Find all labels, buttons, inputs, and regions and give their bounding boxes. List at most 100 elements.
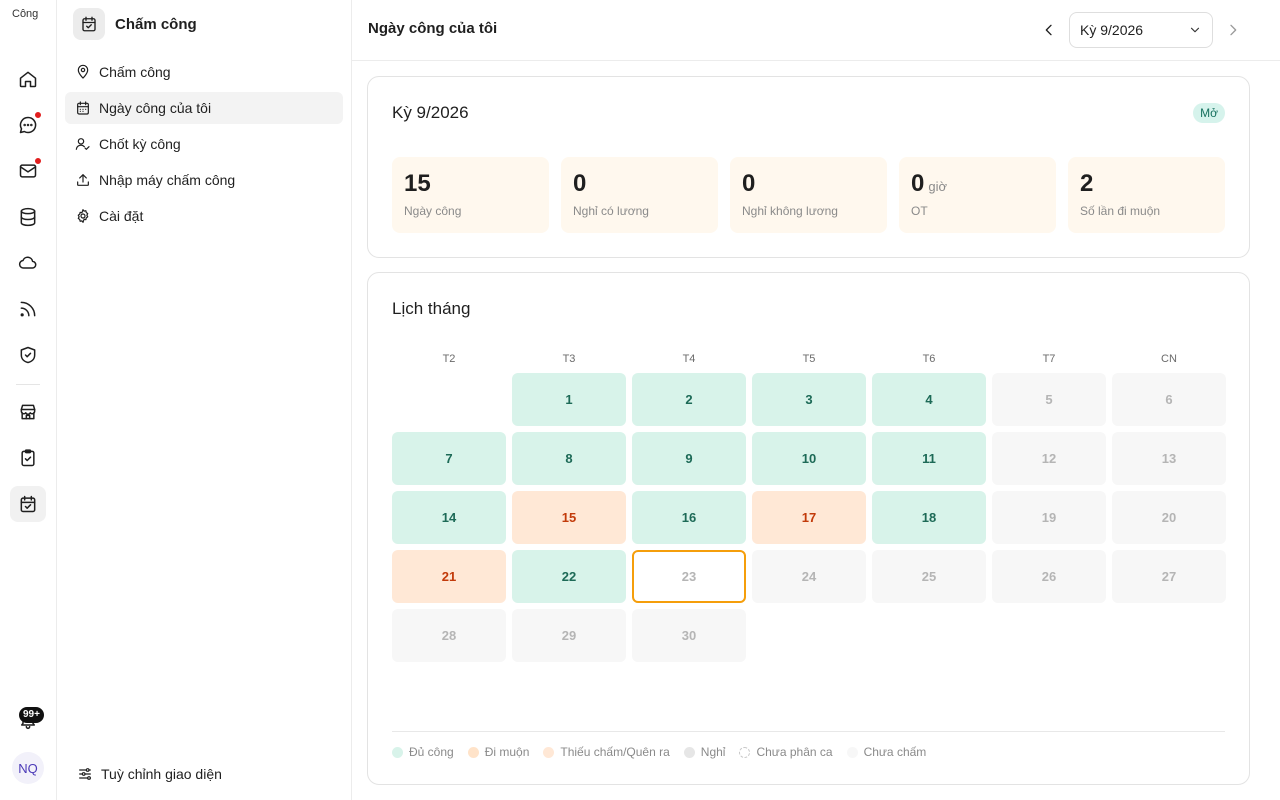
calendar-day-30[interactable]: 30 — [632, 609, 746, 662]
database-icon — [20, 207, 36, 227]
calendar-day-12[interactable]: 12 — [992, 432, 1106, 485]
calendar-day-26[interactable]: 26 — [992, 550, 1106, 603]
sidebar-item-label: Chốt kỳ công — [99, 136, 181, 152]
calendar-day-7[interactable]: 7 — [392, 432, 506, 485]
calendar-day-5[interactable]: 5 — [992, 373, 1106, 426]
weekday-label: T4 — [682, 353, 696, 365]
calendar-day-25[interactable]: 25 — [872, 550, 986, 603]
sidebar-item-cai-dat[interactable]: Cài đặt — [65, 200, 343, 232]
calendar-day-28[interactable]: 28 — [392, 609, 506, 662]
calendar-day-19[interactable]: 19 — [992, 491, 1106, 544]
module-icon-box — [73, 8, 105, 40]
legend-swatch — [739, 746, 751, 758]
period-summary-title: Kỳ 9/2026 — [392, 103, 469, 122]
calendar-check-icon — [82, 16, 96, 32]
sidebar-item-cham-cong[interactable]: Chấm công — [65, 56, 343, 88]
stat-nghi-co-luong: 0 Nghỉ có lương — [561, 157, 718, 233]
calendar-day-16[interactable]: 16 — [632, 491, 746, 544]
upload-icon — [77, 174, 89, 186]
app-rail: Công 99+ NQ — [0, 0, 57, 800]
calendar-day-18[interactable]: 18 — [872, 491, 986, 544]
stats-row: 15 Ngày công 0 Nghỉ có lương 0 Nghỉ khôn… — [392, 157, 1225, 233]
legend-swatch — [392, 746, 403, 758]
user-avatar[interactable]: NQ — [12, 752, 44, 784]
calendar-day-17[interactable]: 17 — [752, 491, 866, 544]
calendar-day-24[interactable]: 24 — [752, 550, 866, 603]
rail-security[interactable] — [10, 337, 46, 373]
legend-label: Đi muộn — [484, 745, 530, 759]
sidebar-item-label: Cài đặt — [99, 208, 144, 224]
rail-mail[interactable] — [10, 153, 46, 189]
stat-ot: 0 giờ OT — [899, 157, 1056, 233]
legend-item: Chưa phân ca — [739, 745, 833, 759]
home-icon — [19, 71, 37, 88]
sidebar-item-label: Chấm công — [99, 64, 171, 80]
calendar-day-11[interactable]: 11 — [872, 432, 986, 485]
sidebar-item-label: Ngày công của tôi — [99, 100, 212, 116]
calendar-legend: Đủ công Đi muộn Thiếu chấm/Quên ra Nghỉ Chưa… — [392, 731, 1225, 759]
calendar-day-23[interactable]: 23 — [632, 550, 746, 603]
rail-tasks[interactable] — [10, 440, 46, 476]
calendar-day-1[interactable]: 1 — [512, 373, 626, 426]
sidebar-item-nhap-may-cham-cong[interactable]: Nhập máy chấm công — [65, 164, 343, 196]
notification-dot — [34, 157, 42, 165]
calendar-day-27[interactable]: 27 — [1112, 550, 1226, 603]
next-period-button[interactable] — [1221, 18, 1245, 42]
calendar-day-21[interactable]: 21 — [392, 550, 506, 603]
monthly-calendar-card: Lịch tháng T2 T3 T4 T5 T6 T7 CN 1 2 3 4 5 6 7 8 9 10 11 1… — [367, 272, 1250, 785]
rail-attendance[interactable] — [10, 486, 46, 522]
previous-period-button[interactable] — [1037, 18, 1061, 42]
rail-cloud[interactable] — [10, 245, 46, 281]
sidebar-item-chot-ky-cong[interactable]: Chốt kỳ công — [65, 128, 343, 160]
calendar-day-29[interactable]: 29 — [512, 609, 626, 662]
weekday-label: T3 — [562, 353, 576, 365]
period-select[interactable]: Kỳ 9/2026 — [1069, 12, 1213, 48]
stat-label: Nghỉ không lương — [742, 204, 838, 218]
sidebar-item-ngay-cong-cua-toi[interactable]: Ngày công của tôi — [65, 92, 343, 124]
weekday-label: T2 — [442, 353, 456, 365]
stat-label: Nghỉ có lương — [573, 204, 649, 218]
calendar-day-9[interactable]: 9 — [632, 432, 746, 485]
location-pin-icon — [77, 64, 89, 79]
stat-value: 0 giờ — [911, 170, 948, 197]
chevron-left-icon — [1045, 24, 1052, 36]
rail-store[interactable] — [10, 394, 46, 430]
stat-so-lan-di-muon: 2 Số lần đi muộn — [1068, 157, 1225, 233]
legend-label: Chưa phân ca — [756, 745, 833, 759]
rss-icon — [20, 301, 36, 317]
customize-label: Tuỳ chỉnh giao diện — [101, 766, 222, 782]
calendar-day-10[interactable]: 10 — [752, 432, 866, 485]
legend-item: Thiếu chấm/Quên ra — [543, 745, 670, 759]
app-logo[interactable]: Công — [12, 8, 44, 40]
calendar-day-14[interactable]: 14 — [392, 491, 506, 544]
calendar-day-3[interactable]: 3 — [752, 373, 866, 426]
calendar-day-4[interactable]: 4 — [872, 373, 986, 426]
rail-feed[interactable] — [10, 291, 46, 327]
legend-label: Thiếu chấm/Quên ra — [560, 745, 670, 759]
weekday-label: CN — [1161, 353, 1177, 365]
calendar-day-8[interactable]: 8 — [512, 432, 626, 485]
legend-label: Chưa chấm — [863, 745, 927, 759]
calendar-day-20[interactable]: 20 — [1112, 491, 1226, 544]
calendar-day-2[interactable]: 2 — [632, 373, 746, 426]
notification-dot — [34, 111, 42, 119]
calendar-day-13[interactable]: 13 — [1112, 432, 1226, 485]
page-header: Ngày công của tôi Kỳ 9/2026 — [352, 0, 1280, 61]
legend-swatch — [846, 746, 858, 758]
chevron-down-icon — [1190, 27, 1200, 33]
rail-chat[interactable] — [10, 107, 46, 143]
calendar-day-22[interactable]: 22 — [512, 550, 626, 603]
customize-ui-button[interactable]: Tuỳ chỉnh giao diện — [77, 766, 222, 782]
stat-label: Số lần đi muộn — [1080, 204, 1161, 218]
legend-label: Nghỉ — [700, 745, 726, 759]
calendar-day-6[interactable]: 6 — [1112, 373, 1226, 426]
store-icon — [20, 404, 36, 420]
rail-home[interactable] — [10, 61, 46, 97]
shield-check-icon — [20, 346, 36, 364]
calendar-day-15[interactable]: 15 — [512, 491, 626, 544]
rail-database[interactable] — [10, 199, 46, 235]
stat-value: 15 — [404, 170, 431, 197]
chevron-right-icon — [1230, 24, 1237, 36]
sidebar-item-label: Nhập máy chấm công — [99, 172, 236, 188]
page-title: Ngày công của tôi — [368, 20, 498, 37]
